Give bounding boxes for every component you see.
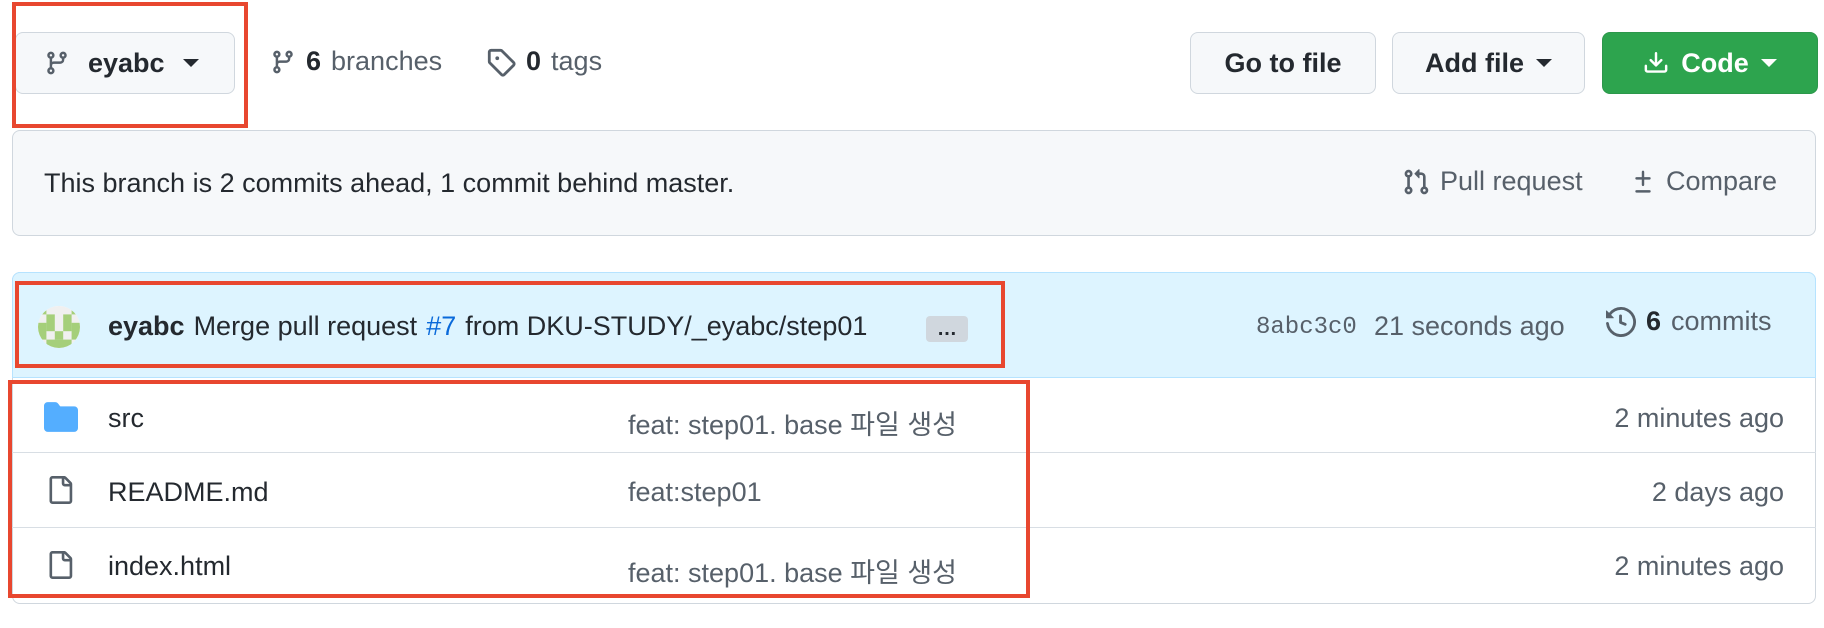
tags-label: tags xyxy=(551,46,603,76)
file-name-index[interactable]: index.html xyxy=(108,551,231,582)
download-icon xyxy=(1643,48,1669,78)
chevron-down-icon xyxy=(182,59,199,67)
file-commit-message[interactable]: feat: step01. base 파일 생성 xyxy=(628,551,957,590)
commit-time: 21 seconds ago xyxy=(1374,311,1565,341)
avatar[interactable] xyxy=(38,306,80,348)
compare-link[interactable]: Compare xyxy=(1630,166,1777,197)
add-file-label: Add file xyxy=(1425,47,1524,78)
commits-history-link[interactable]: 6 commits xyxy=(1606,306,1772,337)
file-icon xyxy=(46,474,74,506)
pull-request-label: Pull request xyxy=(1440,166,1583,196)
git-branch-icon xyxy=(270,47,296,77)
commit-author[interactable]: eyabc xyxy=(108,311,185,342)
add-file-button[interactable]: Add file xyxy=(1392,32,1585,94)
file-name-readme[interactable]: README.md xyxy=(108,477,269,508)
branch-status-text: This branch is 2 commits ahead, 1 commit… xyxy=(44,168,735,198)
file-commit-message[interactable]: feat:step01 xyxy=(628,477,762,508)
commits-label: commits xyxy=(1671,306,1772,336)
expand-commit-message-button[interactable]: … xyxy=(926,316,968,342)
chevron-down-icon xyxy=(1536,59,1552,67)
go-to-file-button[interactable]: Go to file xyxy=(1190,32,1376,94)
latest-commit-message: eyabc Merge pull request #7 from DKU-STU… xyxy=(108,311,867,342)
code-button[interactable]: Code xyxy=(1602,32,1818,94)
row-divider xyxy=(12,527,1816,528)
file-commit-message[interactable]: feat: step01. base 파일 생성 xyxy=(628,403,957,442)
branches-label: branches xyxy=(331,46,443,76)
compare-label: Compare xyxy=(1666,166,1778,196)
branch-selector-button[interactable]: eyabc xyxy=(15,32,235,94)
file-icon xyxy=(46,549,74,581)
commit-sha[interactable]: 8abc3c0 xyxy=(1256,314,1357,341)
tags-count: 0 xyxy=(526,46,542,76)
file-age: 2 minutes ago xyxy=(1614,403,1784,433)
tag-icon xyxy=(486,47,516,77)
pr-link[interactable]: #7 xyxy=(426,311,456,342)
pull-request-link[interactable]: Pull request xyxy=(1402,166,1583,197)
file-name-src[interactable]: src xyxy=(108,403,144,434)
commit-message-suffix[interactable]: from DKU-STUDY/_eyabc/step01 xyxy=(465,311,867,342)
git-pull-request-icon xyxy=(1402,167,1430,197)
row-divider xyxy=(12,452,1816,453)
git-branch-icon xyxy=(44,48,70,78)
go-to-file-label: Go to file xyxy=(1224,47,1342,78)
commit-message-prefix[interactable]: Merge pull request xyxy=(194,311,418,342)
file-age: 2 minutes ago xyxy=(1614,551,1784,581)
branches-count: 6 xyxy=(306,46,322,76)
chevron-down-icon xyxy=(1760,59,1777,67)
folder-icon xyxy=(44,402,78,432)
branches-link[interactable]: 6 branches xyxy=(270,46,442,77)
commits-count: 6 xyxy=(1646,306,1662,336)
history-icon xyxy=(1606,306,1636,337)
code-label: Code xyxy=(1681,47,1749,78)
branch-name: eyabc xyxy=(88,47,165,78)
tags-link[interactable]: 0 tags xyxy=(486,46,602,77)
file-age: 2 days ago xyxy=(1651,477,1784,507)
diff-icon xyxy=(1630,167,1656,197)
